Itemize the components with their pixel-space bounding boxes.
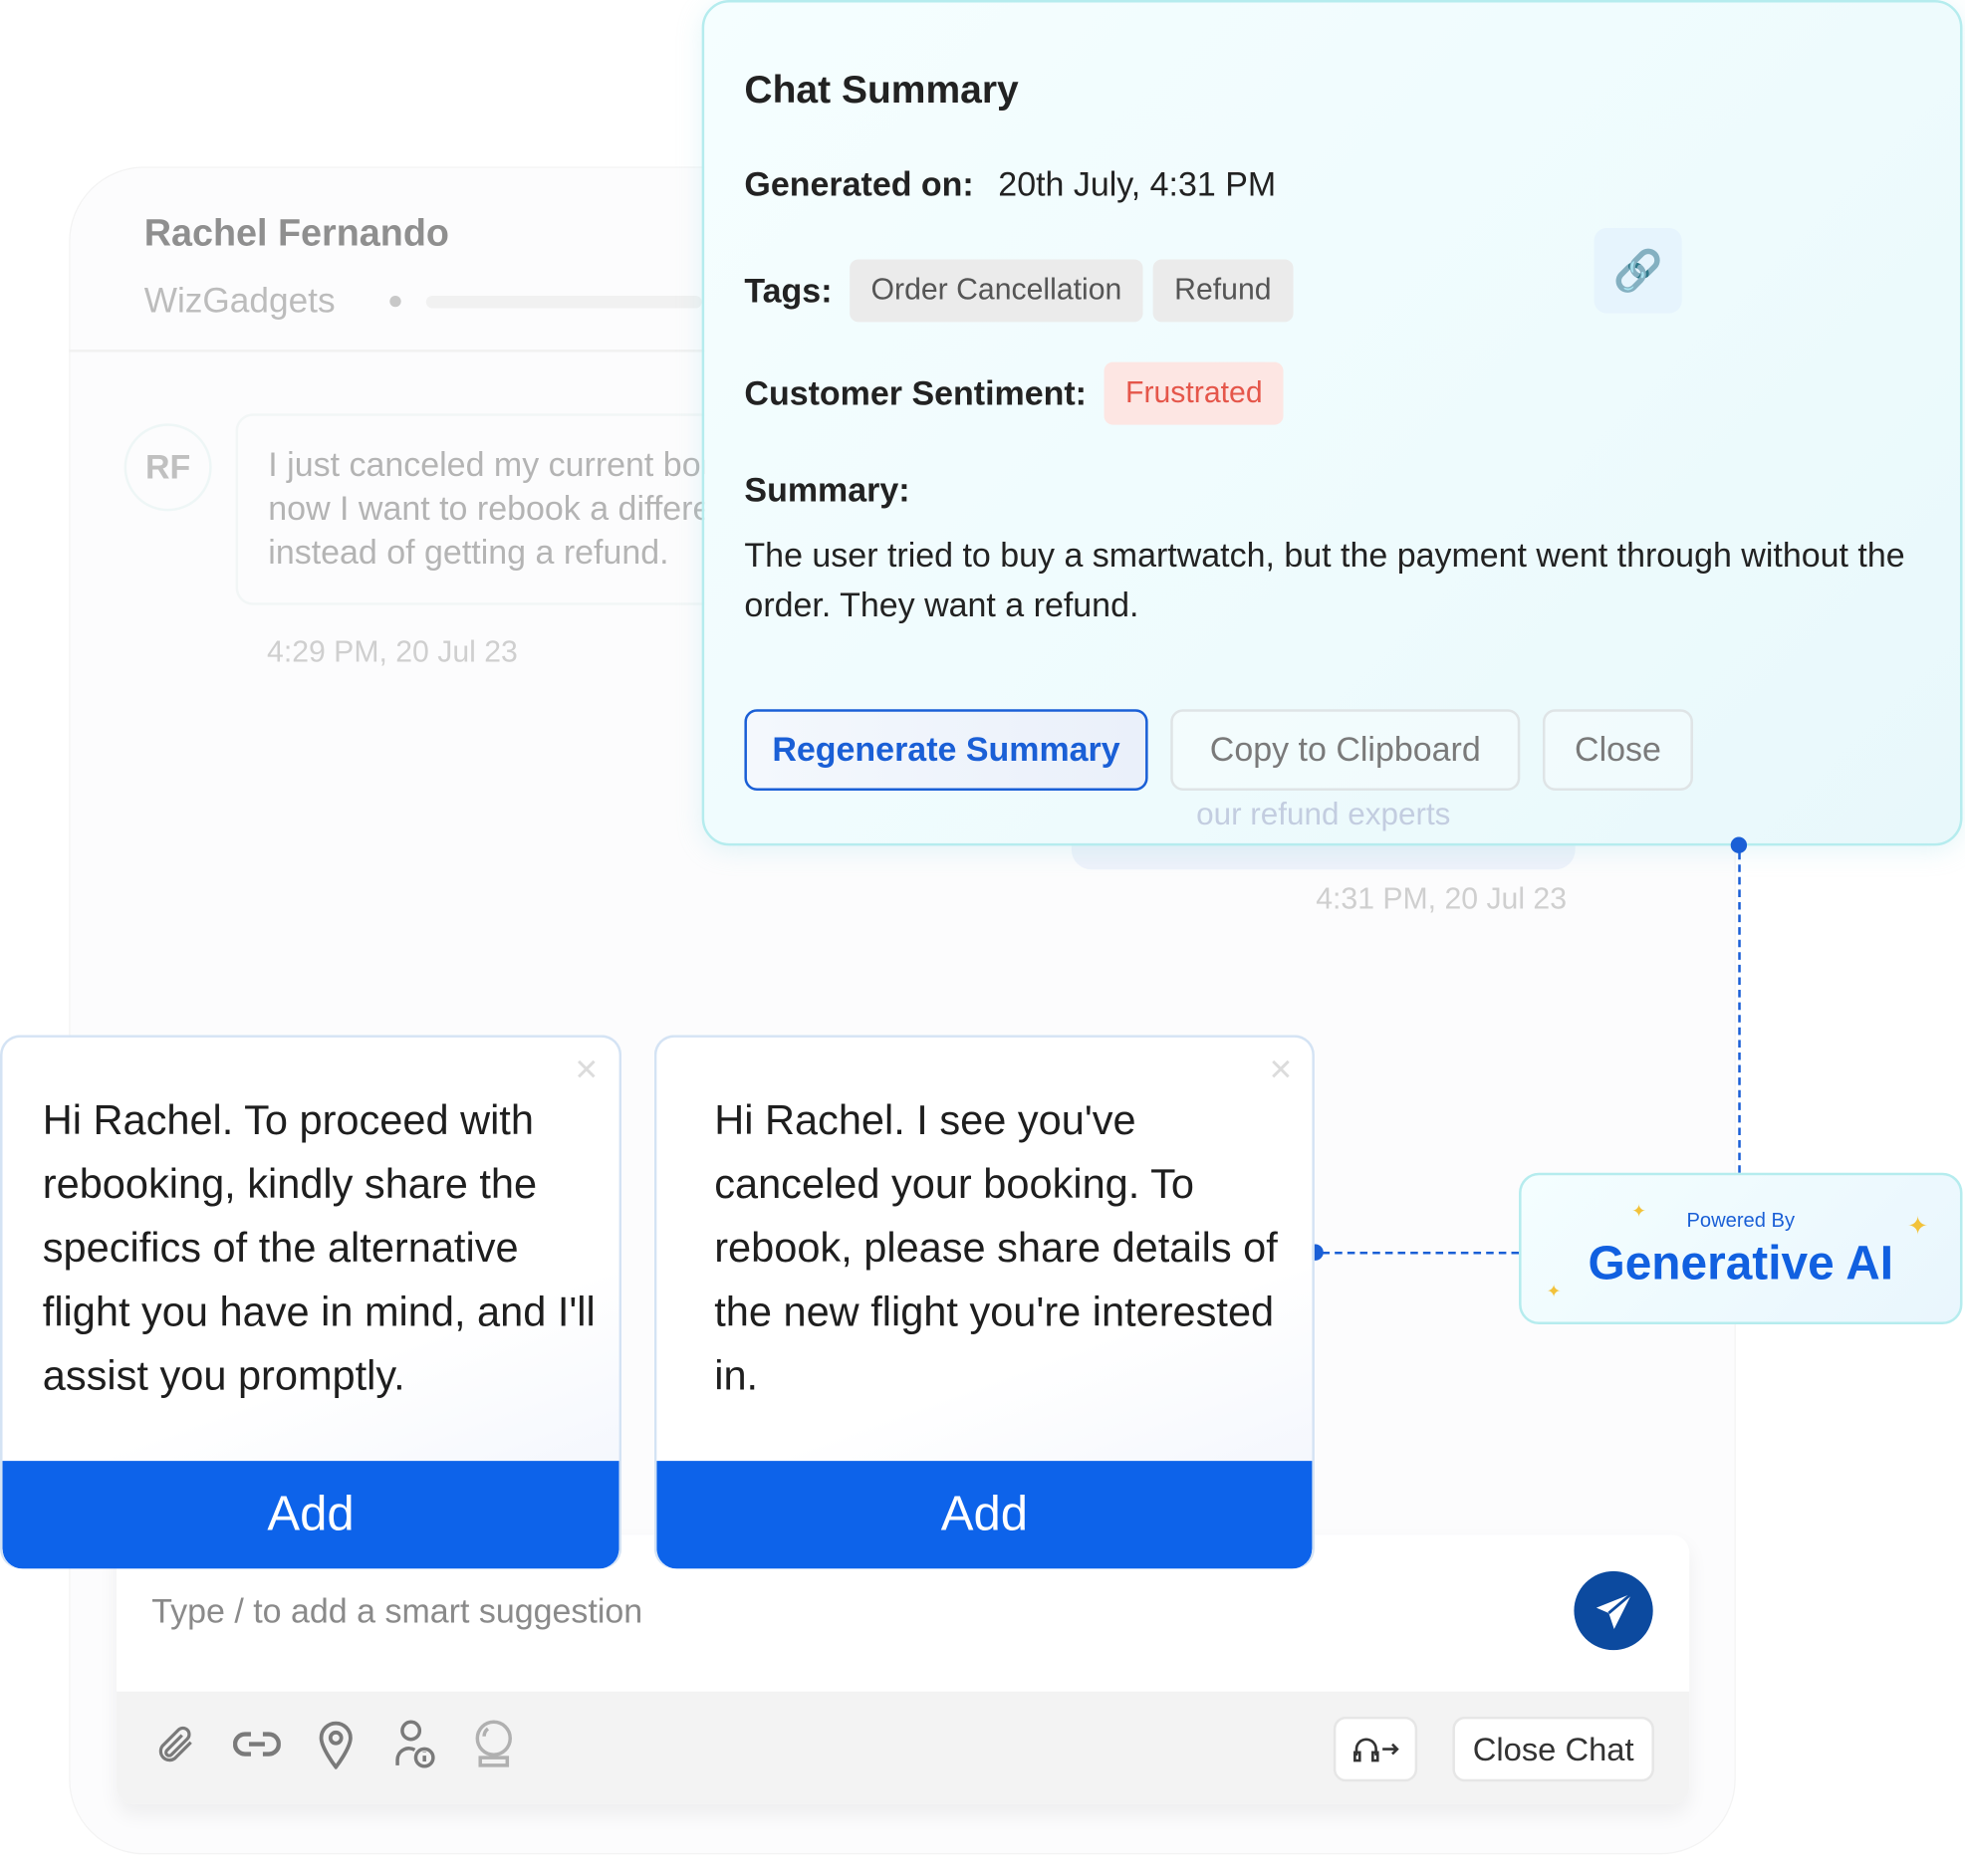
close-summary-button[interactable]: Close <box>1542 709 1693 791</box>
header-divider <box>69 350 708 352</box>
user-info-icon[interactable] <box>389 1717 439 1771</box>
status-bar <box>425 295 702 309</box>
message-input[interactable]: Type / to add a smart suggestion <box>151 1592 642 1631</box>
powered-by-label: Powered By <box>1686 1210 1796 1232</box>
sentiment-badge: Frustrated <box>1104 361 1285 425</box>
copy-to-clipboard-button[interactable]: Copy to Clipboard <box>1170 709 1521 791</box>
powered-by-badge: ✦ ✦ ✦ Powered By Generative AI <box>1519 1172 1963 1325</box>
send-icon <box>1596 1591 1632 1629</box>
composer-toolbar: Close Chat <box>117 1691 1690 1804</box>
close-icon[interactable]: ✕ <box>1268 1053 1293 1088</box>
connector-line <box>1738 851 1741 1173</box>
avatar: RF <box>123 423 212 512</box>
generated-label: Generated on: <box>744 165 974 203</box>
connector-dot <box>1730 836 1748 853</box>
paperclip-icon[interactable] <box>151 1717 201 1771</box>
chat-summary-card: 🔗 Chat Summary Generated on: 20th July, … <box>701 0 1963 846</box>
suggestion-text: Hi Rachel. I see you've canceled your bo… <box>714 1096 1278 1399</box>
suggestion-card: ✕ Hi Rachel. To proceed with rebooking, … <box>0 1035 622 1569</box>
contact-name: Rachel Fernando <box>143 212 449 255</box>
status-dot <box>389 295 401 308</box>
tag-chip: Refund <box>1152 259 1293 323</box>
tags-label: Tags: <box>744 271 833 310</box>
suggestion-card: ✕ Hi Rachel. I see you've canceled your … <box>653 1035 1315 1569</box>
link-icon[interactable] <box>232 1717 282 1771</box>
add-suggestion-button[interactable]: Add <box>656 1461 1313 1569</box>
agent-timestamp: 4:31 PM, 20 Jul 23 <box>1316 881 1568 916</box>
message-composer: Type / to add a smart suggestion Close C… <box>117 1534 1690 1804</box>
close-icon[interactable]: ✕ <box>574 1053 599 1088</box>
connector-line <box>1322 1252 1520 1255</box>
summary-label: Summary: <box>744 471 910 509</box>
summary-title: Chat Summary <box>744 67 1019 112</box>
location-pin-icon[interactable] <box>311 1717 361 1771</box>
customer-timestamp: 4:29 PM, 20 Jul 23 <box>267 634 518 669</box>
sentiment-label: Customer Sentiment: <box>744 373 1088 412</box>
crystal-ball-icon[interactable] <box>469 1717 519 1771</box>
agent-message: our refund experts <box>1196 797 1451 832</box>
headset-transfer-icon <box>1352 1738 1399 1762</box>
generative-ai-label: Generative AI <box>1588 1238 1894 1291</box>
generated-value: 20th July, 4:31 PM <box>998 165 1277 203</box>
transfer-chat-button[interactable] <box>1333 1716 1418 1782</box>
link-icon[interactable]: 🔗 <box>1594 228 1682 314</box>
close-chat-button[interactable]: Close Chat <box>1452 1716 1654 1782</box>
suggestion-text: Hi Rachel. To proceed with rebooking, ki… <box>42 1096 596 1399</box>
send-button[interactable] <box>1574 1570 1653 1651</box>
company-name: WizGadgets <box>143 280 336 320</box>
tag-chip: Order Cancellation <box>850 259 1143 323</box>
summary-text: The user tried to buy a smartwatch, but … <box>744 536 1905 624</box>
add-suggestion-button[interactable]: Add <box>2 1461 619 1569</box>
regenerate-summary-button[interactable]: Regenerate Summary <box>744 709 1148 791</box>
